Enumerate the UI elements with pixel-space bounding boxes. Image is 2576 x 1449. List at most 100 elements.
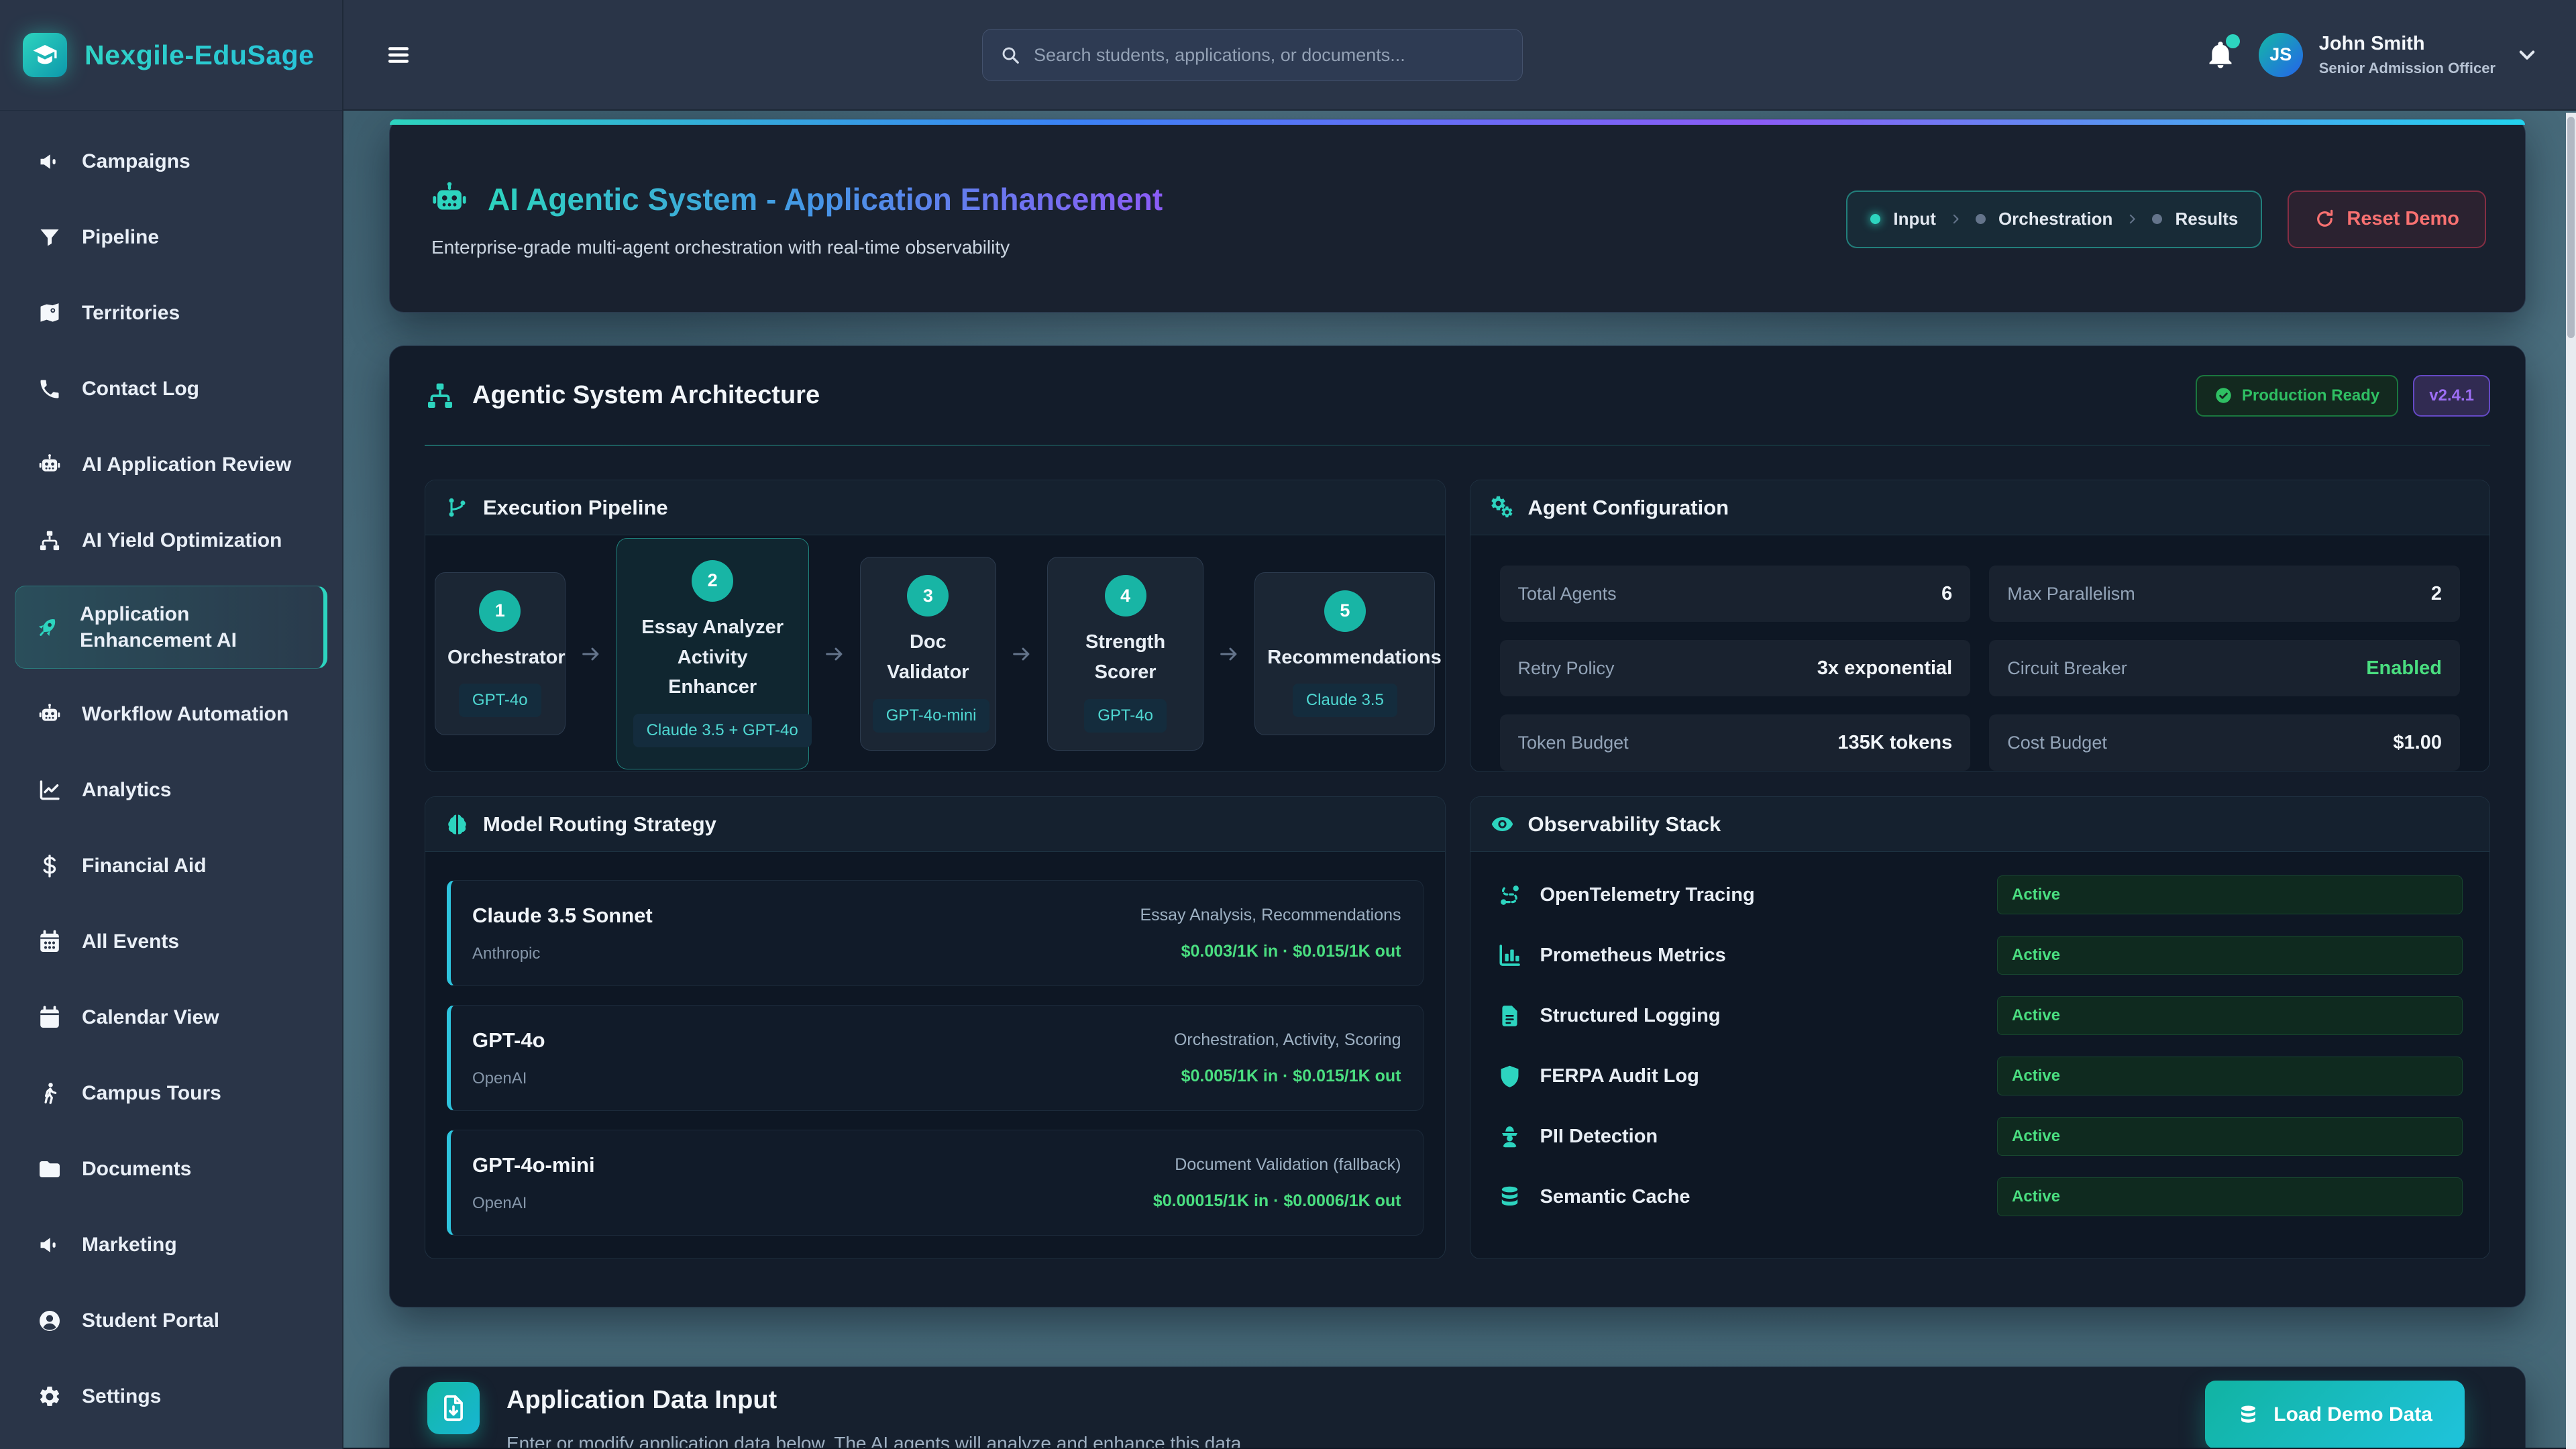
stepper: InputOrchestrationResults <box>1846 191 2262 248</box>
data-input-subtitle: Enter or modify application data below. … <box>506 1433 1246 1448</box>
sidebar-item-analytics[interactable]: Analytics <box>15 759 327 820</box>
sidebar-item-pipeline[interactable]: Pipeline <box>15 207 327 268</box>
divider <box>425 445 2490 446</box>
step-model-chip: GPT-4o <box>1084 699 1167 733</box>
model-tasks: Essay Analysis, Recommendations <box>1140 906 1401 925</box>
data-input-card: Application Data Input Enter or modify a… <box>389 1366 2526 1448</box>
menu-button[interactable] <box>381 41 416 69</box>
model-tasks: Document Validation (fallback) <box>1153 1155 1401 1175</box>
rocket-icon <box>36 615 60 639</box>
step-label-results: Results <box>2175 209 2238 229</box>
pipeline-steps: 1OrchestratorGPT-4o2Essay AnalyzerActivi… <box>425 535 1445 772</box>
version-badge: v2.4.1 <box>2413 375 2490 417</box>
observability-row-pii-detection: PII DetectionActive <box>1497 1112 2463 1161</box>
sidebar-item-label: AI Yield Optimization <box>82 527 282 553</box>
file-import-icon <box>427 1382 480 1434</box>
search-input[interactable] <box>1034 45 1505 66</box>
status-badge: Active <box>1997 936 2463 975</box>
folder-icon <box>38 1157 62 1181</box>
pipeline-step-strength-scorer: 4 Strength Scorer GPT-4o <box>1047 557 1203 751</box>
status-badge: Active <box>1997 875 2463 914</box>
sidebar-item-financial-aid[interactable]: Financial Aid <box>15 835 327 896</box>
sidebar-item-calendar-view[interactable]: Calendar View <box>15 987 327 1048</box>
architecture-badges: Production Ready v2.4.1 <box>2196 375 2490 417</box>
observability-list: OpenTelemetry TracingActivePrometheus Me… <box>1470 852 2490 1221</box>
database-icon <box>2237 1404 2259 1426</box>
gears-icon <box>1491 496 1514 519</box>
step-label-orchestration: Orchestration <box>1998 209 2113 229</box>
hero-right: InputOrchestrationResults Reset Demo <box>1846 191 2486 248</box>
page-scrollbar[interactable] <box>2566 113 2576 1449</box>
step-name: Strength Scorer <box>1060 627 1191 688</box>
panel-grid: Execution Pipeline 1OrchestratorGPT-4o2E… <box>425 480 2490 1259</box>
sidebar-item-campus-tours[interactable]: Campus Tours <box>15 1063 327 1124</box>
step-number: 4 <box>1105 575 1146 616</box>
sidebar-item-application-enhancement-ai[interactable]: Application Enhancement AI <box>15 586 327 669</box>
model-provider: Anthropic <box>472 945 653 963</box>
production-ready-badge: Production Ready <box>2196 375 2398 417</box>
sidebar-item-ai-yield-optimization[interactable]: AI Yield Optimization <box>15 510 327 571</box>
user-menu-chevron-icon[interactable] <box>2516 44 2538 66</box>
step-number: 1 <box>479 590 521 632</box>
megaphone-icon <box>38 1233 62 1257</box>
user-name: John Smith <box>2319 33 2496 55</box>
model-provider: OpenAI <box>472 1069 545 1088</box>
sidebar-item-documents[interactable]: Documents <box>15 1138 327 1199</box>
sidebar-item-label: Application Enhancement AI <box>80 601 303 653</box>
model-name: GPT-4o <box>472 1028 545 1053</box>
gear-icon <box>38 1385 62 1409</box>
sidebar-item-settings[interactable]: Settings <box>15 1366 327 1427</box>
sidebar-item-marketing[interactable]: Marketing <box>15 1214 327 1275</box>
rotate-right-icon <box>2314 209 2335 229</box>
database-icon <box>1497 1185 1522 1210</box>
stat-value: 6 <box>1941 583 1952 605</box>
sidebar-nav: Campaigns Pipeline Territories Contact Log A… <box>0 111 342 1447</box>
calendar-dots-icon <box>38 930 62 954</box>
robot-icon <box>430 180 469 219</box>
model-routing-panel: Model Routing Strategy Claude 3.5 Sonnet… <box>425 796 1446 1259</box>
sidebar-item-student-portal[interactable]: Student Portal <box>15 1290 327 1351</box>
page-subtitle: Enterprise-grade multi-agent orchestrati… <box>431 237 1163 258</box>
observability-header: Observability Stack <box>1470 797 2490 852</box>
status-badge: Active <box>1997 1117 2463 1156</box>
execution-pipeline-panel: Execution Pipeline 1OrchestratorGPT-4o2E… <box>425 480 1446 772</box>
topbar-right: JS John Smith Senior Admission Officer <box>2205 33 2538 77</box>
model-row-claude-3-5-sonnet: Claude 3.5 Sonnet Anthropic Essay Analysis… <box>447 880 1424 986</box>
sidebar-item-label: Settings <box>82 1383 161 1409</box>
step-name: Orchestrator <box>447 643 553 673</box>
model-name: Claude 3.5 Sonnet <box>472 904 653 928</box>
load-demo-data-button[interactable]: Load Demo Data <box>2205 1381 2465 1448</box>
status-badge: Active <box>1997 1057 2463 1095</box>
sitemap-icon <box>38 529 62 553</box>
reset-demo-button[interactable]: Reset Demo <box>2288 191 2486 248</box>
sidebar-item-contact-log[interactable]: Contact Log <box>15 358 327 419</box>
map-icon <box>38 301 62 325</box>
model-pricing: $0.00015/1K in · $0.0006/1K out <box>1153 1191 1401 1211</box>
model-routing-header: Model Routing Strategy <box>425 797 1445 852</box>
sidebar-item-all-events[interactable]: All Events <box>15 911 327 972</box>
sidebar-item-campaigns[interactable]: Campaigns <box>15 131 327 192</box>
avatar[interactable]: JS <box>2259 33 2303 77</box>
arrow-right-icon <box>580 643 602 665</box>
brand-name: Nexgile-EduSage <box>85 40 314 71</box>
chart-column-icon <box>1497 943 1522 968</box>
sidebar-item-territories[interactable]: Territories <box>15 282 327 343</box>
scrollbar-thumb[interactable] <box>2567 117 2575 338</box>
model-provider: OpenAI <box>472 1194 595 1213</box>
funnel-icon <box>38 225 62 250</box>
code-branch-icon <box>445 496 469 519</box>
user-circle-icon <box>38 1309 62 1333</box>
sidebar-item-workflow-automation[interactable]: Workflow Automation <box>15 684 327 745</box>
model-pricing: $0.005/1K in · $0.015/1K out <box>1174 1067 1401 1086</box>
sidebar-item-ai-application-review[interactable]: AI Application Review <box>15 434 327 495</box>
config-stat-cost-budget: Cost Budget$1.00 <box>1989 714 2460 771</box>
notifications-button[interactable] <box>2205 38 2236 72</box>
topbar: JS John Smith Senior Admission Officer <box>343 0 2576 111</box>
stat-label: Max Parallelism <box>2007 584 2135 604</box>
brand: Nexgile-EduSage <box>0 0 342 111</box>
robot-icon <box>38 702 62 727</box>
model-row-gpt-4o-mini: GPT-4o-miniOpenAIDocument Validation (fa… <box>447 1130 1424 1236</box>
observability-label: Prometheus Metrics <box>1540 945 1726 967</box>
status-badge: Active <box>1997 1177 2463 1216</box>
graduation-cap-icon <box>23 33 67 77</box>
